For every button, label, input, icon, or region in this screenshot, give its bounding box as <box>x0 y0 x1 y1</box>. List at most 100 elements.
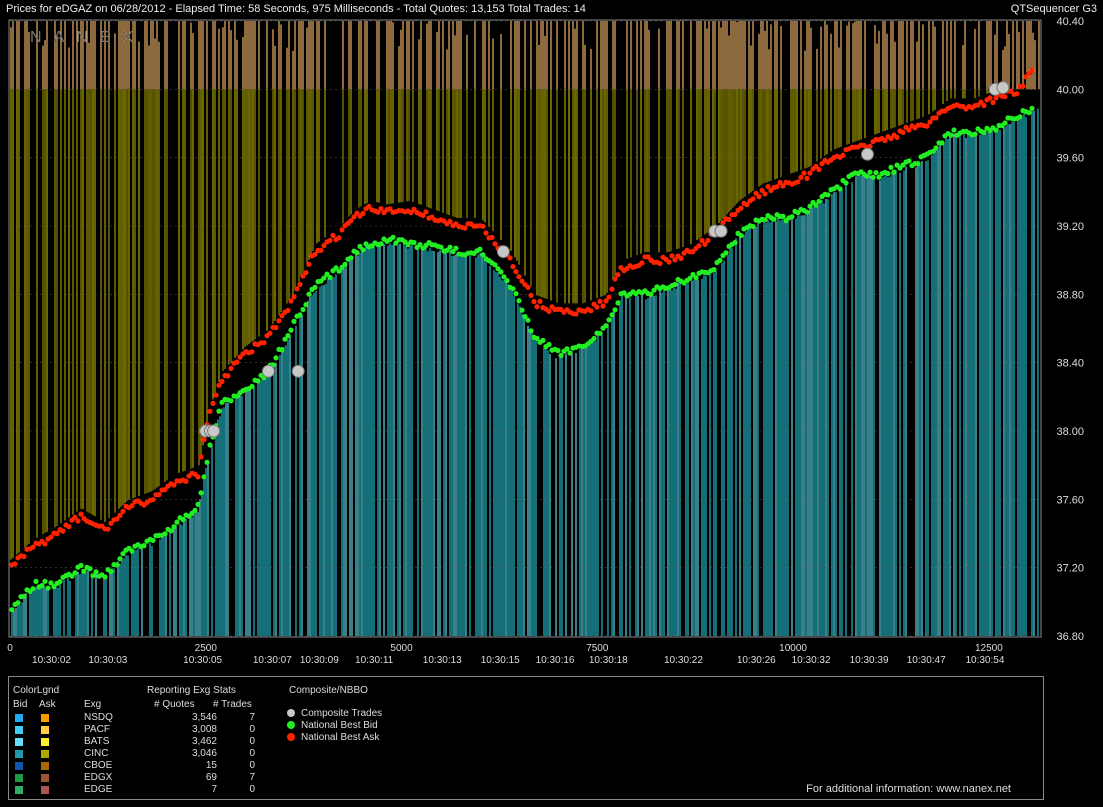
quote-bars <box>10 21 1040 636</box>
x-time-label: 10:30:09 <box>300 655 339 666</box>
bid-point <box>207 442 213 448</box>
trade-point <box>261 364 275 378</box>
bid-point <box>933 145 939 151</box>
bid-point <box>360 247 366 253</box>
ask-point <box>594 304 600 310</box>
ask-point <box>297 281 303 287</box>
bid-point <box>288 327 294 333</box>
bid-point <box>732 240 738 246</box>
nanex-watermark: NANEX <box>30 29 145 46</box>
bid-point <box>870 174 876 180</box>
x-time-label: 10:30:07 <box>253 655 292 666</box>
bid-point <box>738 232 744 239</box>
ask-point <box>513 269 519 275</box>
bid-point <box>45 585 51 591</box>
exchange-name: EDGX <box>84 772 113 783</box>
bid-point <box>201 474 207 480</box>
bid-point <box>750 223 756 230</box>
ask-point <box>306 261 312 267</box>
ask-point <box>60 528 66 534</box>
bid-point <box>30 586 36 592</box>
x-time-label: 10:30:15 <box>481 655 520 666</box>
bid-point <box>939 140 945 146</box>
ask-point <box>267 330 273 336</box>
composite-label: National Best Bid <box>301 720 378 731</box>
ask-point <box>657 260 663 267</box>
bid-point <box>915 161 921 167</box>
bid-color-swatch <box>15 786 23 794</box>
exchange-trades: 7 <box>249 772 255 783</box>
y-tick-label: 37.60 <box>1056 494 1084 506</box>
x-time-label: 10:30:05 <box>183 655 222 666</box>
y-tick-label: 36.80 <box>1056 631 1084 643</box>
x-count-label: 5000 <box>390 643 413 654</box>
bid-point <box>327 274 333 280</box>
ask-point <box>228 365 234 371</box>
x-time-label: 10:30:22 <box>664 655 703 666</box>
bid-point <box>15 600 21 606</box>
ask-point <box>1029 67 1035 73</box>
trade-point <box>860 147 874 161</box>
bid-point <box>255 378 261 384</box>
bid-point <box>609 312 615 318</box>
ask-point <box>696 243 702 249</box>
x-count-label: 10000 <box>779 643 807 654</box>
bid-point <box>378 241 384 247</box>
bid-point <box>993 127 999 133</box>
exchange-name: NSDQ <box>84 712 113 723</box>
composite-row: National Best Ask <box>287 732 379 744</box>
x-time-label: 10:30:26 <box>737 655 776 666</box>
ask-point <box>78 511 84 517</box>
bid-point <box>615 300 621 306</box>
ask-point <box>894 134 900 140</box>
ask-point <box>588 308 594 314</box>
bid-point <box>546 341 552 348</box>
bid-point <box>180 516 186 523</box>
exchange-trades: 7 <box>249 712 255 723</box>
bid-point <box>816 198 822 204</box>
bid-point <box>498 269 504 275</box>
bid-point <box>528 328 534 334</box>
bid-point <box>906 158 912 164</box>
ask-point <box>21 553 27 560</box>
bid-point <box>711 267 717 273</box>
ask-point <box>249 349 255 355</box>
exchange-row: PACF 3,008 0 <box>9 724 309 736</box>
bid-point <box>57 579 63 585</box>
bid-point <box>195 501 201 507</box>
ask-point <box>678 255 684 261</box>
bid-point <box>873 170 879 176</box>
bid-point <box>93 569 99 575</box>
exchange-trades: 0 <box>249 736 255 747</box>
ask-point <box>447 218 453 224</box>
ask-point <box>510 264 516 270</box>
bid-point <box>279 347 285 353</box>
bid-point <box>516 298 522 304</box>
bid-point <box>1029 105 1035 111</box>
x-time-label: 10:30:39 <box>850 655 889 666</box>
exchange-name: BATS <box>84 736 110 747</box>
ask-point <box>1020 83 1026 89</box>
bid-point <box>354 250 360 256</box>
bid-point <box>348 255 354 261</box>
bid-point <box>204 459 210 465</box>
bid-point <box>33 578 39 585</box>
bid-point <box>567 350 573 356</box>
bid-point <box>477 246 483 252</box>
bid-point <box>603 323 609 329</box>
bid-point <box>174 519 180 525</box>
bid-point <box>612 307 618 313</box>
ask-point <box>234 359 240 365</box>
ask-point <box>156 492 162 498</box>
bid-point <box>390 234 396 240</box>
bid-point <box>597 330 603 336</box>
bid-color-swatch <box>15 750 23 758</box>
exchange-row: NSDQ 3,546 7 <box>9 712 309 724</box>
bid-point <box>273 355 279 361</box>
exchange-name: PACF <box>84 724 110 735</box>
composite-dot-icon <box>287 721 295 730</box>
bid-point <box>717 257 723 263</box>
bid-point <box>447 244 453 250</box>
price-chart: NANEX 40.40 40.00 39.60 39.20 38.80 38.40 38.0… <box>7 16 1084 666</box>
ask-point <box>528 292 534 298</box>
